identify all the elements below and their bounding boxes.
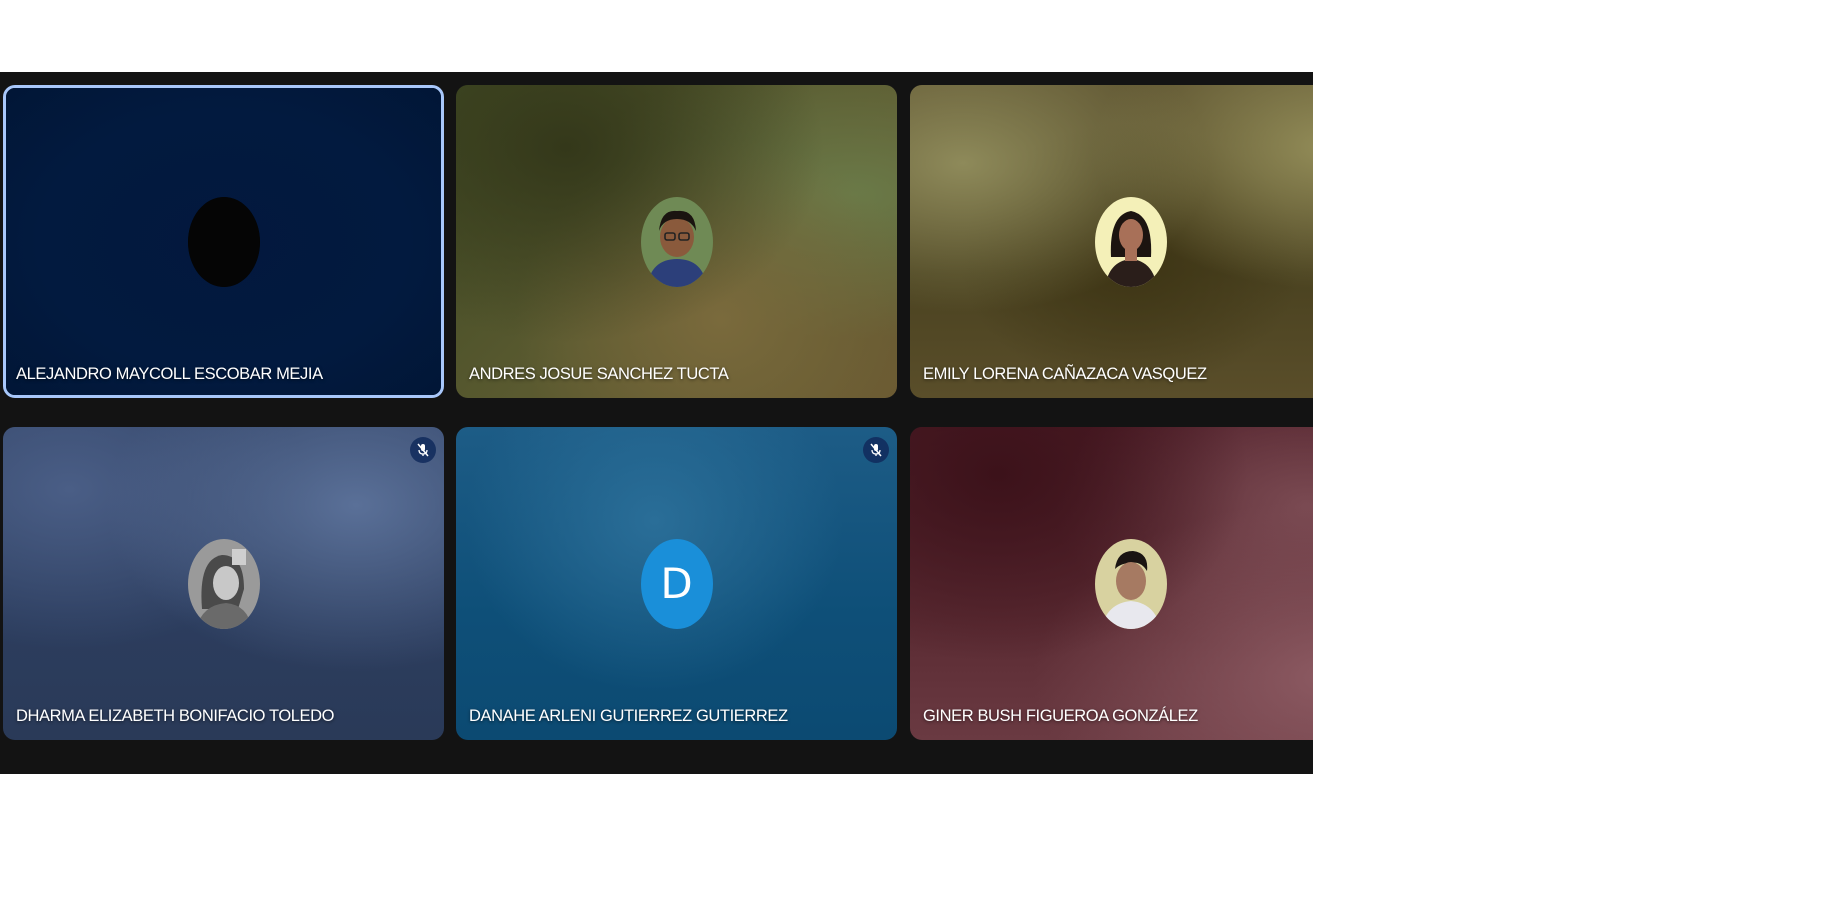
participant-tile[interactable]: ANDRES JOSUE SANCHEZ TUCTA [456,85,897,398]
participant-name: GINER BUSH FIGUEROA GONZÁLEZ [923,707,1198,725]
participant-avatar [187,196,260,287]
participant-name: DANAHE ARLENI GUTIERREZ GUTIERREZ [469,707,788,725]
participant-name: DHARMA ELIZABETH BONIFACIO TOLEDO [16,707,335,725]
profile-photo-icon [1094,538,1167,629]
profile-photo-icon [1094,196,1167,287]
mic-off-icon [870,443,882,457]
participant-tile[interactable]: D DANAHE ARLENI GUTIERREZ GUTIERREZ [456,427,897,740]
muted-indicator [863,437,889,463]
video-grid: ALEJANDRO MAYCOLL ESCOBAR MEJIA ANDRES J… [0,72,1313,774]
participant-name: ANDRES JOSUE SANCHEZ TUCTA [469,365,729,383]
participant-avatar: D [640,538,713,629]
blank-avatar-icon [187,196,260,287]
participant-avatar [187,538,260,629]
participant-tile[interactable]: EMILY LORENA CAÑAZACA VASQUEZ [910,85,1313,398]
participant-tile[interactable]: ALEJANDRO MAYCOLL ESCOBAR MEJIA [3,85,444,398]
participant-tile[interactable]: DHARMA ELIZABETH BONIFACIO TOLEDO [3,427,444,740]
participant-avatar [1094,196,1167,287]
participant-name: EMILY LORENA CAÑAZACA VASQUEZ [923,365,1207,383]
participant-avatar [640,196,713,287]
participant-tile[interactable]: GINER BUSH FIGUEROA GONZÁLEZ [910,427,1313,740]
muted-indicator [410,437,436,463]
mic-off-icon [417,443,429,457]
profile-photo-icon [640,196,713,287]
participant-name: ALEJANDRO MAYCOLL ESCOBAR MEJIA [16,365,323,383]
participant-avatar [1094,538,1167,629]
profile-photo-icon [187,538,260,629]
